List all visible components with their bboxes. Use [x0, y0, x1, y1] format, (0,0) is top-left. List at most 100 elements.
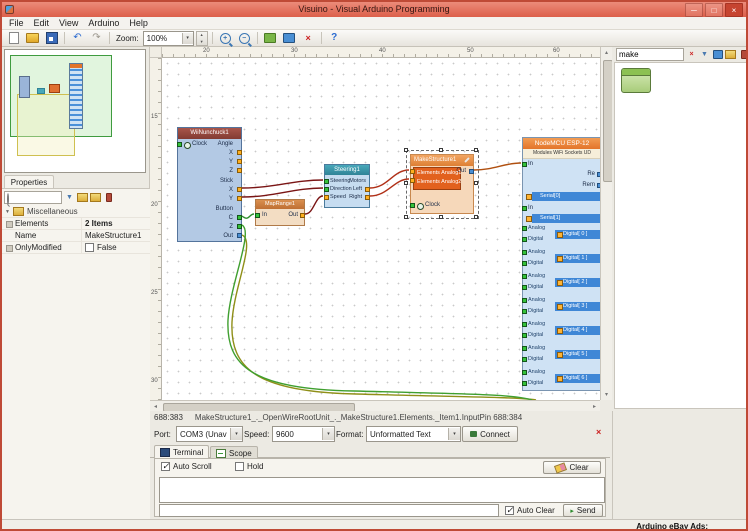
pin-clock[interactable] [410, 203, 415, 208]
pin-analog[interactable] [522, 226, 527, 231]
pin-stick-x[interactable] [237, 187, 242, 192]
send-button[interactable]: ▸ Send [563, 504, 603, 517]
pin-digital[interactable] [522, 333, 527, 338]
selection-handle[interactable] [404, 181, 408, 185]
component-wiinunchuck1[interactable]: WiiNunchuck1 Clock Angle X Y Z Stick X Y… [177, 127, 242, 242]
favorites-button[interactable] [725, 49, 736, 60]
property-value[interactable]: 2 Items [82, 218, 150, 229]
pin-digital[interactable] [522, 381, 527, 386]
pin-direction[interactable] [324, 187, 329, 192]
pin-stick-y[interactable] [237, 196, 242, 201]
menu-view[interactable]: View [54, 18, 83, 28]
collapse-categories-button[interactable] [90, 192, 101, 203]
selection-handle[interactable] [474, 148, 478, 152]
selection-handle[interactable] [439, 215, 443, 219]
pin-button-z[interactable] [237, 224, 242, 229]
new-project-button[interactable] [5, 30, 22, 46]
pin-angle-y[interactable] [237, 159, 242, 164]
pin-digital[interactable] [522, 285, 527, 290]
pin-button[interactable] [103, 192, 114, 203]
selection-handle[interactable] [439, 148, 443, 152]
component-maprange1[interactable]: MapRange1 In Out [255, 199, 305, 226]
scroll-up-icon[interactable]: ▴ [601, 47, 612, 58]
pin-analog[interactable] [522, 346, 527, 351]
tab-properties[interactable]: Properties [4, 175, 54, 188]
redo-button[interactable]: ↷ [88, 30, 105, 46]
filter-icon[interactable]: ▼ [699, 49, 710, 60]
menu-edit[interactable]: Edit [29, 18, 55, 28]
pin-analog[interactable] [522, 274, 527, 279]
save-project-button[interactable] [43, 30, 60, 46]
pin-angle-z[interactable] [237, 168, 242, 173]
pin-panel-button[interactable] [738, 49, 748, 60]
pin-analog[interactable] [522, 322, 527, 327]
pin-digital[interactable] [522, 261, 527, 266]
clear-search-icon[interactable]: × [686, 49, 697, 60]
component-steering1[interactable]: Steering1 Steering Direction Speed Motor… [324, 164, 370, 208]
category-expand-icon[interactable]: ▼ [5, 209, 10, 215]
port-select[interactable]: COM3 (Unav ▾ [176, 426, 243, 442]
property-row-elements[interactable]: Elements 2 Items [2, 218, 150, 230]
title-bar[interactable]: Visuino - Visual Arduino Programming ─ □… [2, 2, 746, 17]
categories-button[interactable] [712, 49, 723, 60]
pin-digital[interactable] [522, 357, 527, 362]
property-value[interactable]: MakeStructure1 [82, 230, 150, 241]
speed-select[interactable]: 9600 ▾ [272, 426, 335, 442]
property-row-name[interactable]: Name MakeStructure1 [2, 230, 150, 242]
wire-sticky-direction[interactable] [242, 188, 323, 197]
send-input[interactable] [159, 504, 499, 517]
pin-in[interactable] [255, 213, 260, 218]
wire-buttonz-long[interactable] [228, 225, 532, 400]
pin-steering[interactable] [324, 179, 329, 184]
pin-out[interactable] [237, 233, 242, 238]
menu-arduino[interactable]: Arduino [83, 18, 124, 28]
checkbox-unchecked[interactable] [235, 462, 244, 471]
chevron-down-icon[interactable]: ▾ [182, 33, 193, 44]
filter-icon[interactable]: ▼ [64, 192, 75, 203]
scroll-down-icon[interactable]: ▾ [601, 389, 612, 400]
stepper-down-icon[interactable]: ▾ [197, 38, 207, 45]
zoom-stepper[interactable]: ▴ ▾ [196, 31, 208, 46]
wire-out-nodemcu-in[interactable] [474, 163, 521, 170]
diagram-minimap[interactable] [4, 49, 146, 173]
selection-handle[interactable] [474, 181, 478, 185]
wire-maprange-speed[interactable] [305, 196, 323, 214]
terminal-output[interactable] [159, 477, 605, 503]
maximize-icon[interactable]: □ [705, 3, 723, 17]
open-project-button[interactable] [24, 30, 41, 46]
close-icon[interactable]: × [725, 3, 743, 17]
pin-in[interactable] [522, 206, 527, 211]
chevron-down-icon[interactable]: ▾ [230, 428, 242, 440]
canvas-vertical-scrollbar[interactable]: ▴ ▾ [600, 47, 612, 400]
search-result-makestructure[interactable] [621, 68, 651, 93]
checkbox-checked[interactable] [161, 462, 170, 471]
pin-analog[interactable] [522, 370, 527, 375]
component-makestructure1[interactable]: MakeStructure1 Elements Analog1 Elements… [410, 154, 474, 214]
design-canvas[interactable]: WiiNunchuck1 Clock Angle X Y Z Stick X Y… [162, 58, 600, 400]
pin-left[interactable] [365, 187, 370, 192]
component-search-results[interactable] [614, 62, 748, 409]
pin-elements-analog1[interactable] [410, 169, 415, 174]
pin-right[interactable] [365, 195, 370, 200]
zoom-out-button[interactable]: − [236, 30, 253, 46]
delete-button[interactable]: × [300, 30, 317, 46]
auto-clear-checkbox[interactable]: Auto Clear [505, 506, 555, 515]
expand-categories-button[interactable] [77, 192, 88, 203]
menu-help[interactable]: Help [124, 18, 153, 28]
add-component-button[interactable] [262, 30, 279, 46]
zoom-select[interactable]: 100% ▾ [143, 31, 194, 46]
undo-button[interactable]: ↶ [69, 30, 86, 46]
pin-angle-x[interactable] [237, 150, 242, 155]
pin-clock[interactable] [177, 142, 182, 147]
format-select[interactable]: Unformatted Text ▾ [366, 426, 461, 442]
pin-out[interactable] [300, 213, 305, 218]
chevron-down-icon[interactable]: ▾ [322, 428, 334, 440]
zoom-in-button[interactable]: + [217, 30, 234, 46]
pin-elements-analog2[interactable] [410, 178, 415, 183]
component-search-input[interactable] [616, 48, 684, 61]
pin-digital[interactable] [522, 309, 527, 314]
property-row-onlymodified[interactable]: OnlyModified False [2, 242, 150, 254]
auto-scroll-checkbox[interactable]: Auto Scroll [161, 462, 212, 471]
chevron-down-icon[interactable]: ▾ [448, 428, 460, 440]
canvas-horizontal-scrollbar[interactable]: ◂ ▸ [150, 400, 600, 411]
